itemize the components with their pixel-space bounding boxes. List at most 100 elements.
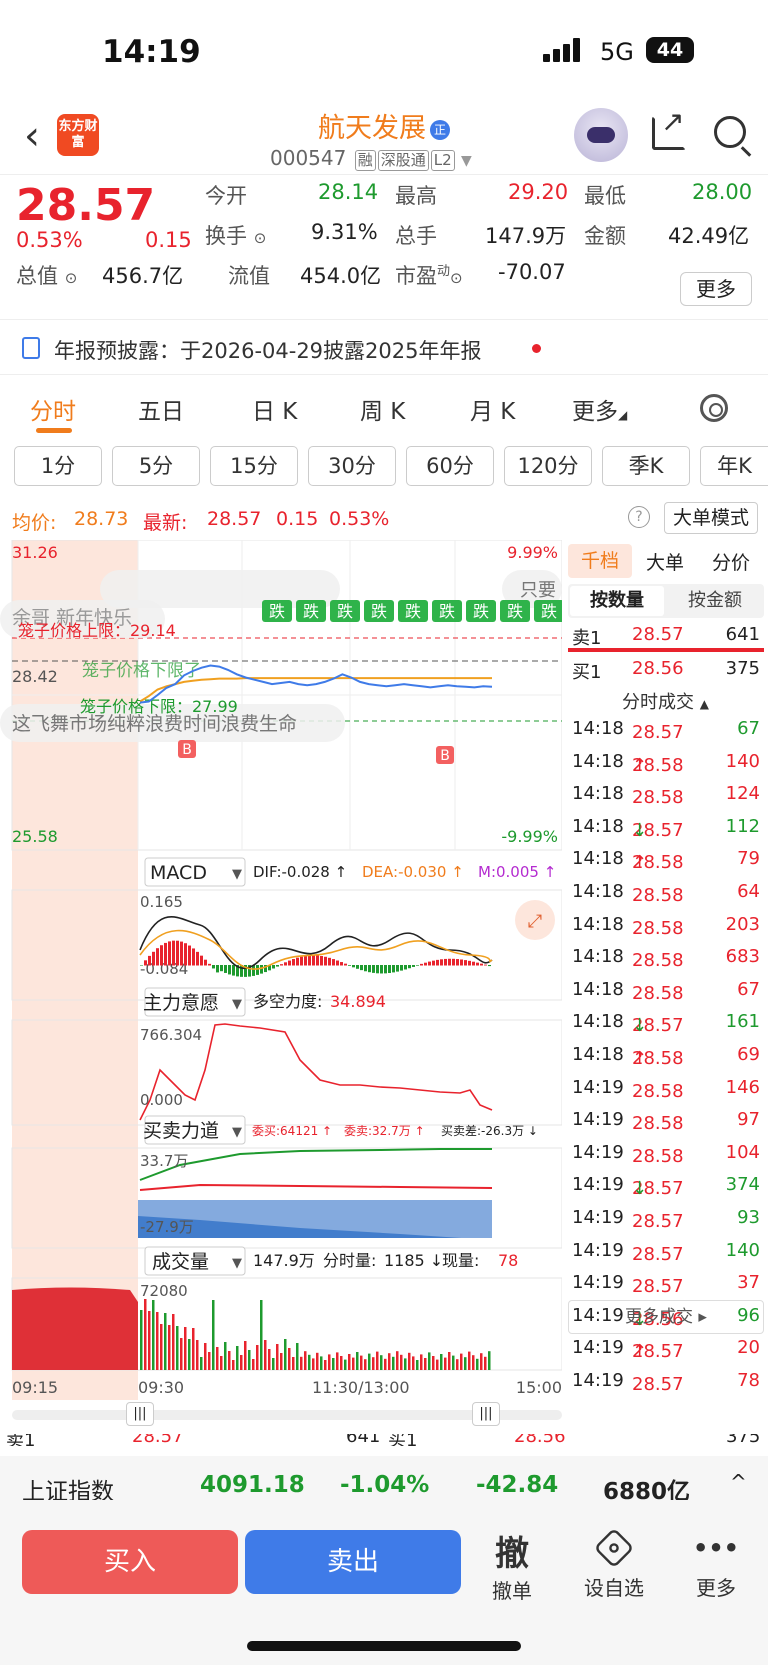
chevron-up-icon[interactable]: ^: [730, 1470, 747, 1494]
tick-row: 14:19 28.57 ↑ 20: [572, 1337, 760, 1363]
svg-text:⤢: ⤢: [528, 911, 543, 932]
more-actions-button[interactable]: ••• 更多: [676, 1530, 756, 1601]
x-label-open: 09:30: [138, 1378, 184, 1397]
by-volume-tab[interactable]: 按数量: [570, 586, 664, 616]
tab-price-dist[interactable]: 分价: [712, 548, 750, 575]
y-top-label: 31.26: [12, 543, 58, 562]
period-year[interactable]: 年K: [700, 446, 768, 486]
high-value: 29.20: [508, 180, 569, 204]
macd-dea: DEA:-0.030 ↑: [362, 863, 464, 881]
volume-bar: [184, 1327, 187, 1370]
latest-change: 0.15: [276, 508, 319, 530]
volume-bar: [412, 1356, 415, 1370]
sell1-row: 卖1 28.57 641: [568, 620, 764, 652]
buy-button[interactable]: 买入: [22, 1530, 238, 1594]
macd-bar: [192, 948, 195, 966]
more-label: 更多: [696, 1576, 736, 1600]
macd-bar: [300, 956, 303, 966]
tick-time: 14:19: [572, 1207, 624, 1228]
gear-icon[interactable]: [700, 394, 728, 422]
index-value: 4091.18: [200, 1472, 305, 1498]
ai-assistant-icon[interactable]: [574, 108, 628, 162]
period-120m[interactable]: 120分: [504, 446, 592, 486]
chevron-down-icon[interactable]: ▼: [461, 153, 472, 169]
time-range-slider[interactable]: ||| |||: [12, 1402, 562, 1426]
tab-depth[interactable]: 千档: [568, 544, 632, 578]
cancel-order-button[interactable]: 撤 撤单: [472, 1526, 552, 1604]
macd-bar: [344, 963, 347, 966]
volume-bar: [432, 1356, 435, 1370]
float-value: 454.0亿: [300, 264, 382, 288]
range-handle-right[interactable]: |||: [472, 1402, 500, 1426]
add-watchlist-button[interactable]: 设自选: [574, 1527, 654, 1601]
annual-report-notice[interactable]: 年报预披露：于2026-04-29披露2025年年报: [0, 321, 768, 375]
period-30m[interactable]: 30分: [308, 446, 396, 486]
period-5m[interactable]: 5分: [112, 446, 200, 486]
macd-bar: [460, 959, 463, 966]
tab-monthly[interactable]: 月 K: [470, 392, 515, 426]
macd-bar: [472, 961, 475, 966]
main-name: 主力意愿: [143, 992, 219, 1014]
period-quarter[interactable]: 季K: [602, 446, 690, 486]
period-15m[interactable]: 15分: [210, 446, 298, 486]
document-icon: [22, 337, 40, 359]
high-label: 最高: [395, 184, 437, 208]
vol-total: 147.9万: [253, 1251, 315, 1270]
volume-bar: [356, 1352, 359, 1370]
period-1m[interactable]: 1分: [14, 446, 102, 486]
tab-intraday[interactable]: 分时: [30, 392, 76, 426]
volume-bar: [380, 1355, 383, 1370]
tick-volume: 161: [725, 1011, 760, 1033]
chart-info-bar: 均价: 28.73 最新: 28.57 0.15 0.53% ? 大单模式: [0, 500, 768, 536]
search-icon[interactable]: [714, 116, 746, 148]
more-ticks-button[interactable]: 更多成交 ▸: [568, 1300, 764, 1334]
sub-tabs: 按数量 按金额: [568, 584, 764, 618]
tick-volume: 79: [737, 848, 760, 870]
bs-diff: 买卖差:-26.3万 ↓: [441, 1124, 538, 1138]
tab-daily[interactable]: 日 K: [252, 392, 297, 426]
tab-weekly[interactable]: 周 K: [360, 392, 405, 426]
macd-bar: [260, 965, 263, 974]
macd-max: 0.165: [140, 893, 183, 911]
macd-bar: [188, 945, 191, 966]
big-order-mode-button[interactable]: 大单模式: [664, 502, 758, 534]
ticks-title[interactable]: 分时成交 ▲: [622, 688, 709, 714]
volume-bar: [472, 1355, 475, 1370]
macd-bar: [436, 959, 439, 966]
volume-bar: [236, 1346, 239, 1370]
volume-bar: [396, 1351, 399, 1370]
tick-time: 14:18: [572, 913, 624, 935]
help-icon[interactable]: ?: [628, 506, 650, 528]
drop-banner-label: 跌: [303, 602, 319, 621]
tab-big-orders[interactable]: 大单: [646, 548, 684, 575]
pe-value: -70.07: [498, 260, 566, 284]
hexagon-icon: [593, 1527, 635, 1569]
change-amount: 0.15: [145, 228, 192, 252]
tick-row: 14:18 28.57 ↓ 112: [572, 815, 760, 841]
period-60m[interactable]: 60分: [406, 446, 494, 486]
macd-bar: [444, 958, 447, 966]
volume-bar: [304, 1351, 307, 1370]
macd-bar: [232, 965, 235, 976]
volume-bar: [348, 1354, 351, 1370]
range-handle-left[interactable]: |||: [126, 1402, 154, 1426]
tick-volume: 683: [725, 946, 760, 968]
more-button[interactable]: 更多: [680, 272, 752, 306]
tick-volume: 20: [737, 1337, 760, 1359]
pct-bottom-label: -9.99%: [501, 827, 558, 846]
macd-bar: [432, 960, 435, 966]
macd-bar: [380, 965, 383, 974]
sell1-price: 28.57: [632, 624, 684, 645]
share-icon[interactable]: [652, 105, 686, 150]
tick-volume: 78: [737, 1370, 760, 1391]
macd-bar: [352, 965, 355, 968]
tab-5day[interactable]: 五日: [138, 392, 184, 426]
volume-bar: [360, 1355, 363, 1370]
by-amount-tab[interactable]: 按金额: [668, 586, 762, 616]
intraday-chart[interactable]: 31.26 25.58 28.42 9.99% -9.99% 只要 余哥 新年快…: [0, 540, 562, 1400]
macd-bar: [360, 965, 363, 971]
macd-bar: [324, 956, 327, 966]
sell-button[interactable]: 卖出: [245, 1530, 461, 1594]
tab-more[interactable]: 更多◢: [572, 392, 627, 426]
volume-bar: [176, 1326, 179, 1370]
